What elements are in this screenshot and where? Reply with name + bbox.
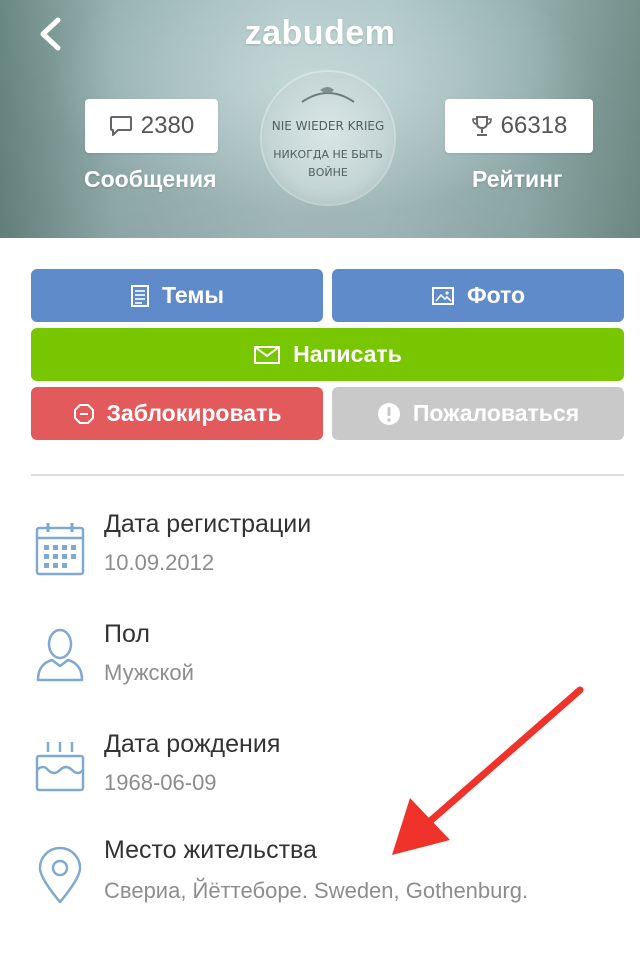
info-title: Дата рождения <box>104 730 281 758</box>
photo-label: Фото <box>466 282 526 308</box>
exclamation-circle-icon <box>377 402 400 425</box>
envelope-icon <box>254 345 281 364</box>
profile-header: zabudem 2380 Сообщения NIE WIEDER KRIEG … <box>0 0 640 238</box>
rating-label: Рейтинг <box>472 166 563 192</box>
user-icon <box>36 628 84 682</box>
info-value: Мужской <box>104 660 194 685</box>
avatar-text-line3: ВОЙНЕ <box>308 166 348 179</box>
write-label: Написать <box>293 341 402 367</box>
info-value: 10.09.2012 <box>104 550 215 575</box>
block-octagon-icon <box>73 403 94 424</box>
photo-button[interactable]: Фото <box>332 269 624 322</box>
document-list-icon <box>130 284 149 307</box>
messages-count: 2380 <box>140 112 195 139</box>
messages-count-card[interactable]: 2380 <box>85 99 218 153</box>
info-title: Дата регистрации <box>104 510 312 538</box>
block-label: Заблокировать <box>106 400 282 426</box>
topics-button[interactable]: Темы <box>31 269 323 322</box>
info-value: Свериа, Йёттеборе. Sweden, Gothenburg. <box>104 878 529 903</box>
annotation-arrow-icon <box>392 686 584 855</box>
report-user-button[interactable]: Пожаловаться <box>332 387 624 440</box>
info-value: 1968-06-09 <box>104 770 217 795</box>
avatar[interactable]: NIE WIEDER KRIEG НИКОГДА НЕ БЫТЬ ВОЙНЕ <box>262 72 394 204</box>
block-user-button[interactable]: Заблокировать <box>31 387 323 440</box>
messages-label: Сообщения <box>84 166 217 192</box>
avatar-text-line2: НИКОГДА НЕ БЫТЬ <box>273 148 383 161</box>
rating-count-card[interactable]: 66318 <box>445 99 593 153</box>
avatar-text-line1: NIE WIEDER KRIEG <box>272 119 385 133</box>
speech-bubble-icon <box>109 116 132 136</box>
info-registration-date: Дата регистрации 10.09.2012 <box>0 506 640 606</box>
image-icon <box>431 286 454 305</box>
report-label: Пожаловаться <box>412 400 580 426</box>
info-title: Пол <box>104 620 150 648</box>
rating-count: 66318 <box>500 112 568 139</box>
trophy-icon <box>471 116 492 136</box>
calendar-icon <box>35 523 85 576</box>
info-title: Место жительства <box>104 836 317 864</box>
write-message-button[interactable]: Написать <box>31 328 624 381</box>
profile-username: zabudem <box>244 14 396 52</box>
section-divider <box>31 474 624 476</box>
topics-label: Темы <box>161 282 225 308</box>
birthday-cake-icon <box>35 742 85 792</box>
location-pin-icon <box>38 846 82 904</box>
